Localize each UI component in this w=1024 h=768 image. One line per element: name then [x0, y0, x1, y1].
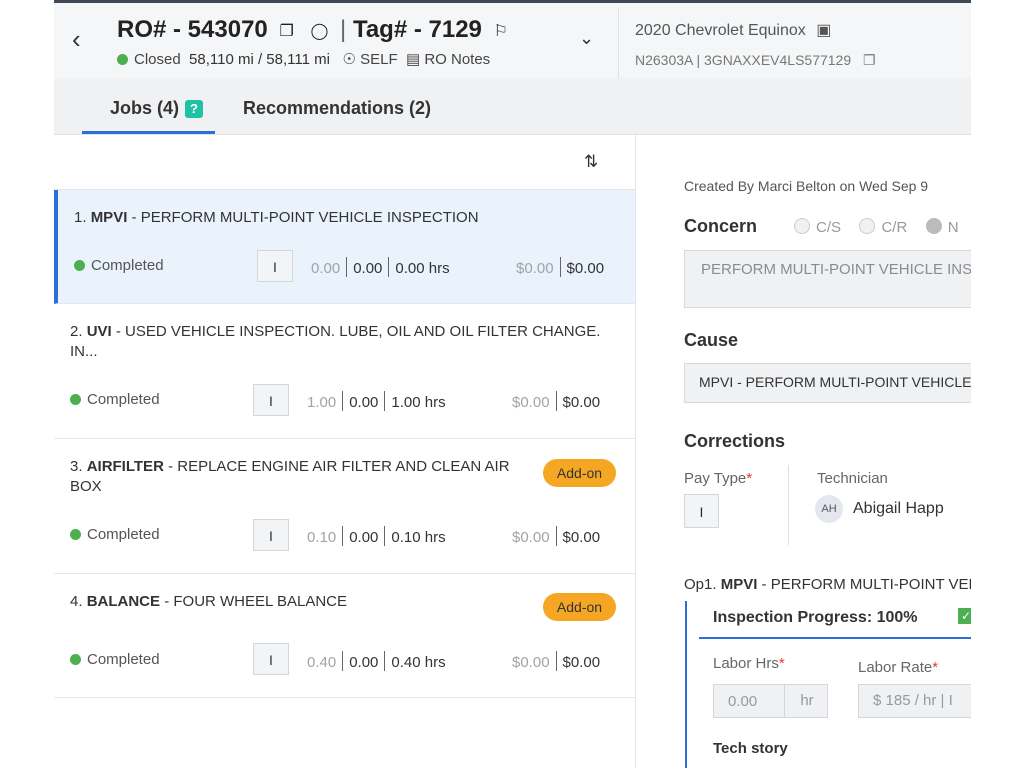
ro-status: Closed [134, 51, 181, 68]
radio-cs[interactable] [794, 218, 810, 234]
avatar: AH [815, 495, 843, 523]
operation-title: Op1. MPVI - PERFORM MULTI-POINT VEHICLE … [684, 576, 971, 593]
concern-heading: Concern [684, 216, 758, 236]
status-dot-icon [70, 394, 81, 405]
expand-chevron-icon[interactable]: ⌄ [579, 28, 594, 49]
mileage: 58,110 mi / 58,111 mi [189, 51, 330, 68]
job-status: Completed [70, 651, 160, 668]
back-chevron-icon[interactable]: ‹ [72, 25, 81, 53]
tab-recommendations[interactable]: Recommendations (2) [243, 98, 431, 119]
operation-accent-bar [685, 601, 687, 768]
job-amounts: $0.00 $0.00 [512, 391, 600, 411]
pay-type-button[interactable]: I [253, 519, 289, 551]
addon-badge: Add-on [543, 593, 616, 621]
flag-icon[interactable]: ⚐ [494, 21, 508, 41]
job-title: 2. UVI - USED VEHICLE INSPECTION. LUBE, … [70, 323, 601, 360]
created-by-text: Created By Marci Belton on Wed Sep 9 [684, 178, 929, 194]
labor-hrs-label: Labor Hrs* [713, 655, 785, 672]
tab-jobs-label: Jobs (4) [110, 98, 180, 118]
radio-cr[interactable] [859, 218, 876, 234]
ro-number: RO# - 543070 [117, 16, 268, 43]
job-title: 1. MPVI - PERFORM MULTI-POINT VEHICLE IN… [74, 209, 479, 226]
ro-title: RO# - 543070 ❐ ◯ | Tag# - 7129 ⚐ [117, 16, 513, 44]
job-hours: 0.40 0.00 0.40 hrs [307, 651, 446, 671]
message-icon[interactable]: ◯ [310, 21, 328, 41]
notes-icon[interactable]: ▤ [406, 51, 420, 68]
customer-type: SELF [360, 51, 398, 68]
ro-notes-link[interactable]: RO Notes [424, 51, 490, 68]
job-title: 3. AIRFILTER - REPLACE ENGINE AIR FILTER… [70, 458, 510, 495]
help-badge-icon[interactable]: ? [185, 100, 204, 118]
title-divider: | [340, 16, 347, 43]
job-row[interactable]: 3. AIRFILTER - REPLACE ENGINE AIR FILTER… [54, 439, 635, 574]
corrections-divider [788, 465, 789, 545]
copy-icon[interactable]: ❐ [279, 21, 293, 41]
labor-hrs-input[interactable]: 0.00 hr [713, 684, 828, 718]
concern-options: C/S C/R N [794, 218, 971, 237]
status-dot-icon [70, 529, 81, 540]
technician-name[interactable]: Abigail Happ [853, 500, 944, 518]
pay-type-label: Pay Type* [684, 470, 753, 487]
job-title: 4. BALANCE - FOUR WHEEL BALANCE [70, 593, 348, 610]
job-amounts: $0.00 $0.00 [512, 651, 600, 671]
job-hours: 0.10 0.00 0.10 hrs [307, 526, 446, 546]
active-tab-indicator [82, 131, 215, 134]
status-dot-icon [117, 54, 128, 65]
top-border [54, 0, 971, 3]
tag-number: Tag# - 7129 [352, 16, 482, 43]
vin-text: N26303A | 3GNAXXEV4LS577129 [635, 52, 852, 68]
tab-jobs[interactable]: Jobs (4)? [110, 98, 204, 119]
addon-badge: Add-on [543, 459, 616, 487]
ro-status-row: Closed 58,110 mi / 58,111 mi ☉ SELF ▤ RO… [117, 50, 490, 68]
vehicle-name: 2020 Chevrolet Equinox [635, 22, 806, 39]
ro-detail-window: ‹ RO# - 543070 ❐ ◯ | Tag# - 7129 ⚐ Close… [54, 0, 971, 768]
job-status: Completed [70, 526, 160, 543]
job-hours: 0.00 0.00 0.00 hrs [311, 257, 450, 277]
job-row[interactable]: 1. MPVI - PERFORM MULTI-POINT VEHICLE IN… [54, 190, 635, 304]
labor-rate-label: Labor Rate* [858, 659, 939, 676]
inspection-underline [699, 637, 971, 639]
radio-n[interactable] [925, 218, 942, 234]
labor-rate-input[interactable]: $ 185 / hr | I [858, 684, 971, 718]
sort-icon[interactable]: ⇅ [584, 152, 598, 172]
concern-textarea[interactable]: PERFORM MULTI-POINT VEHICLE INSPECTION [684, 250, 971, 308]
copy-vin-icon[interactable]: ❐ [863, 52, 876, 68]
tech-story-label: Tech story [713, 740, 788, 757]
self-icon: ☉ [342, 51, 356, 68]
job-amounts: $0.00 $0.00 [516, 257, 604, 277]
corrections-heading: Corrections [684, 431, 786, 451]
inspection-progress[interactable]: Inspection Progress: 100% [713, 609, 918, 627]
status-dot-icon [70, 654, 81, 665]
job-row[interactable]: 4. BALANCE - FOUR WHEEL BALANCE Add-on C… [54, 574, 635, 698]
cause-field[interactable]: MPVI - PERFORM MULTI-POINT VEHICLE INSPE… [684, 363, 971, 403]
status-dot-icon [74, 260, 85, 271]
pay-type-button[interactable]: I [253, 643, 289, 675]
cause-heading: Cause [684, 330, 739, 350]
job-status: Completed [74, 257, 164, 274]
technician-label: Technician [817, 470, 888, 487]
job-row[interactable]: 2. UVI - USED VEHICLE INSPECTION. LUBE, … [54, 304, 635, 439]
vehicle-title: 2020 Chevrolet Equinox ▣ [635, 20, 831, 40]
vin-line: N26303A | 3GNAXXEV4LS577129 ❐ [635, 52, 876, 69]
job-status: Completed [70, 391, 160, 408]
header-divider [618, 8, 619, 78]
pay-type-select[interactable]: I [684, 494, 719, 528]
pay-type-button[interactable]: I [253, 384, 289, 416]
job-hours: 1.00 0.00 1.00 hrs [307, 391, 446, 411]
pay-type-button[interactable]: I [257, 250, 293, 282]
job-amounts: $0.00 $0.00 [512, 526, 600, 546]
checkmark-icon: ✓ [958, 608, 971, 624]
vehicle-info-icon[interactable]: ▣ [816, 22, 831, 39]
